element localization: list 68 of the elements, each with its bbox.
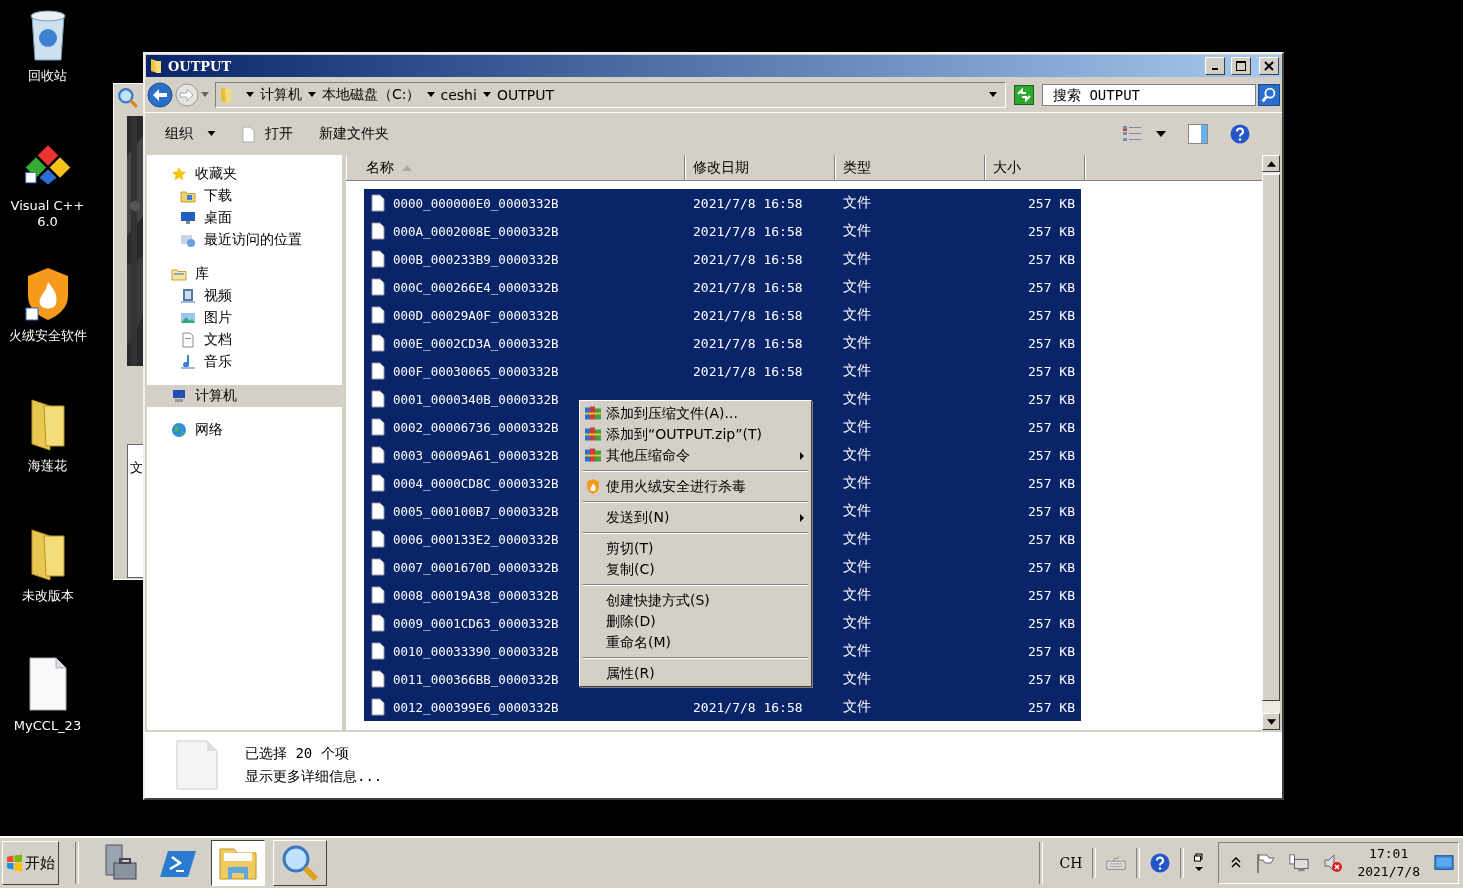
window-text: 文 <box>130 459 143 477</box>
file-type: 文件 <box>843 334 871 350</box>
file-size: 257 KB <box>1028 671 1075 687</box>
file-type: 文件 <box>843 278 871 294</box>
file-size: 257 KB <box>1028 251 1075 267</box>
file-name: 000A_0002008E_0000332B <box>393 223 559 239</box>
file-type: 文件 <box>843 474 871 490</box>
file-name: 0009_0001CD63_0000332B <box>393 615 559 631</box>
modified-date: 2021/7/8 16:58 <box>693 363 803 379</box>
file-type: 文件 <box>843 558 871 574</box>
modified-date: 2021/7/8 16:58 <box>693 279 803 295</box>
file-type: 文件 <box>843 502 871 518</box>
file-type: 文件 <box>843 670 871 686</box>
file-size: 257 KB <box>1028 223 1075 239</box>
file-name: 0011_000366BB_0000332B <box>393 671 559 687</box>
file-size: 257 KB <box>1028 279 1075 295</box>
file-type: 文件 <box>843 642 871 658</box>
modified-date: 2021/7/8 16:58 <box>693 251 803 267</box>
file-type: 文件 <box>843 390 871 406</box>
modified-date: 2021/7/8 16:58 <box>693 307 803 323</box>
file-type: 文件 <box>843 446 871 462</box>
file-size: 257 KB <box>1028 419 1075 435</box>
file-type: 文件 <box>843 530 871 546</box>
file-size: 257 KB <box>1028 559 1075 575</box>
file-size: 257 KB <box>1028 307 1075 323</box>
file-type: 文件 <box>843 698 871 714</box>
file-type: 文件 <box>843 306 871 322</box>
file-name: 000F_00030065_0000332B <box>393 363 559 379</box>
file-size: 257 KB <box>1028 503 1075 519</box>
file-name: 0010_00033390_0000332B <box>393 643 559 659</box>
file-size: 257 KB <box>1028 587 1075 603</box>
file-type: 文件 <box>843 586 871 602</box>
modified-date: 2021/7/8 16:58 <box>693 699 803 715</box>
file-name: 0004_0000CD8C_0000332B <box>393 475 559 491</box>
file-name: 0005_000100B7_0000332B <box>393 503 559 519</box>
file-size: 257 KB <box>1028 643 1075 659</box>
file-name: 0000_000000E0_0000332B <box>393 195 559 211</box>
modified-date: 2021/7/8 16:58 <box>693 223 803 239</box>
file-size: 257 KB <box>1028 335 1075 351</box>
selection-count: 已选择 20 个项 <box>245 744 350 763</box>
file-type: 文件 <box>843 418 871 434</box>
file-size: 257 KB <box>1028 391 1075 407</box>
modified-date: 2021/7/8 16:58 <box>693 335 803 351</box>
file-type: 文件 <box>843 250 871 266</box>
file-name: 0006_000133E2_0000332B <box>393 531 559 547</box>
file-size: 257 KB <box>1028 475 1075 491</box>
file-name: 0003_00009A61_0000332B <box>393 447 559 463</box>
file-type: 文件 <box>843 222 871 238</box>
file-name: 000D_00029A0F_0000332B <box>393 307 559 323</box>
file-size: 257 KB <box>1028 195 1075 211</box>
file-name: 0001_0000340B_0000332B <box>393 391 559 407</box>
file-size: 257 KB <box>1028 363 1075 379</box>
file-type: 文件 <box>843 194 871 210</box>
file-name: 0002_00006736_0000332B <box>393 419 559 435</box>
modified-date: 2021/7/8 16:58 <box>693 195 803 211</box>
file-name: 0007_0001670D_0000332B <box>393 559 559 575</box>
file-name: 000C_000266E4_0000332B <box>393 279 559 295</box>
file-type: 文件 <box>843 362 871 378</box>
file-size: 257 KB <box>1028 531 1075 547</box>
file-name: 0012_000399E6_0000332B <box>393 699 559 715</box>
file-name: 000B_000233B9_0000332B <box>393 251 559 267</box>
file-size: 257 KB <box>1028 447 1075 463</box>
file-size: 257 KB <box>1028 615 1075 631</box>
file-name: 000E_0002CD3A_0000332B <box>393 335 559 351</box>
file-name: 0008_00019A38_0000332B <box>393 587 559 603</box>
window-title: OUTPUT <box>168 58 232 74</box>
file-type: 文件 <box>843 614 871 630</box>
file-size: 257 KB <box>1028 699 1075 715</box>
